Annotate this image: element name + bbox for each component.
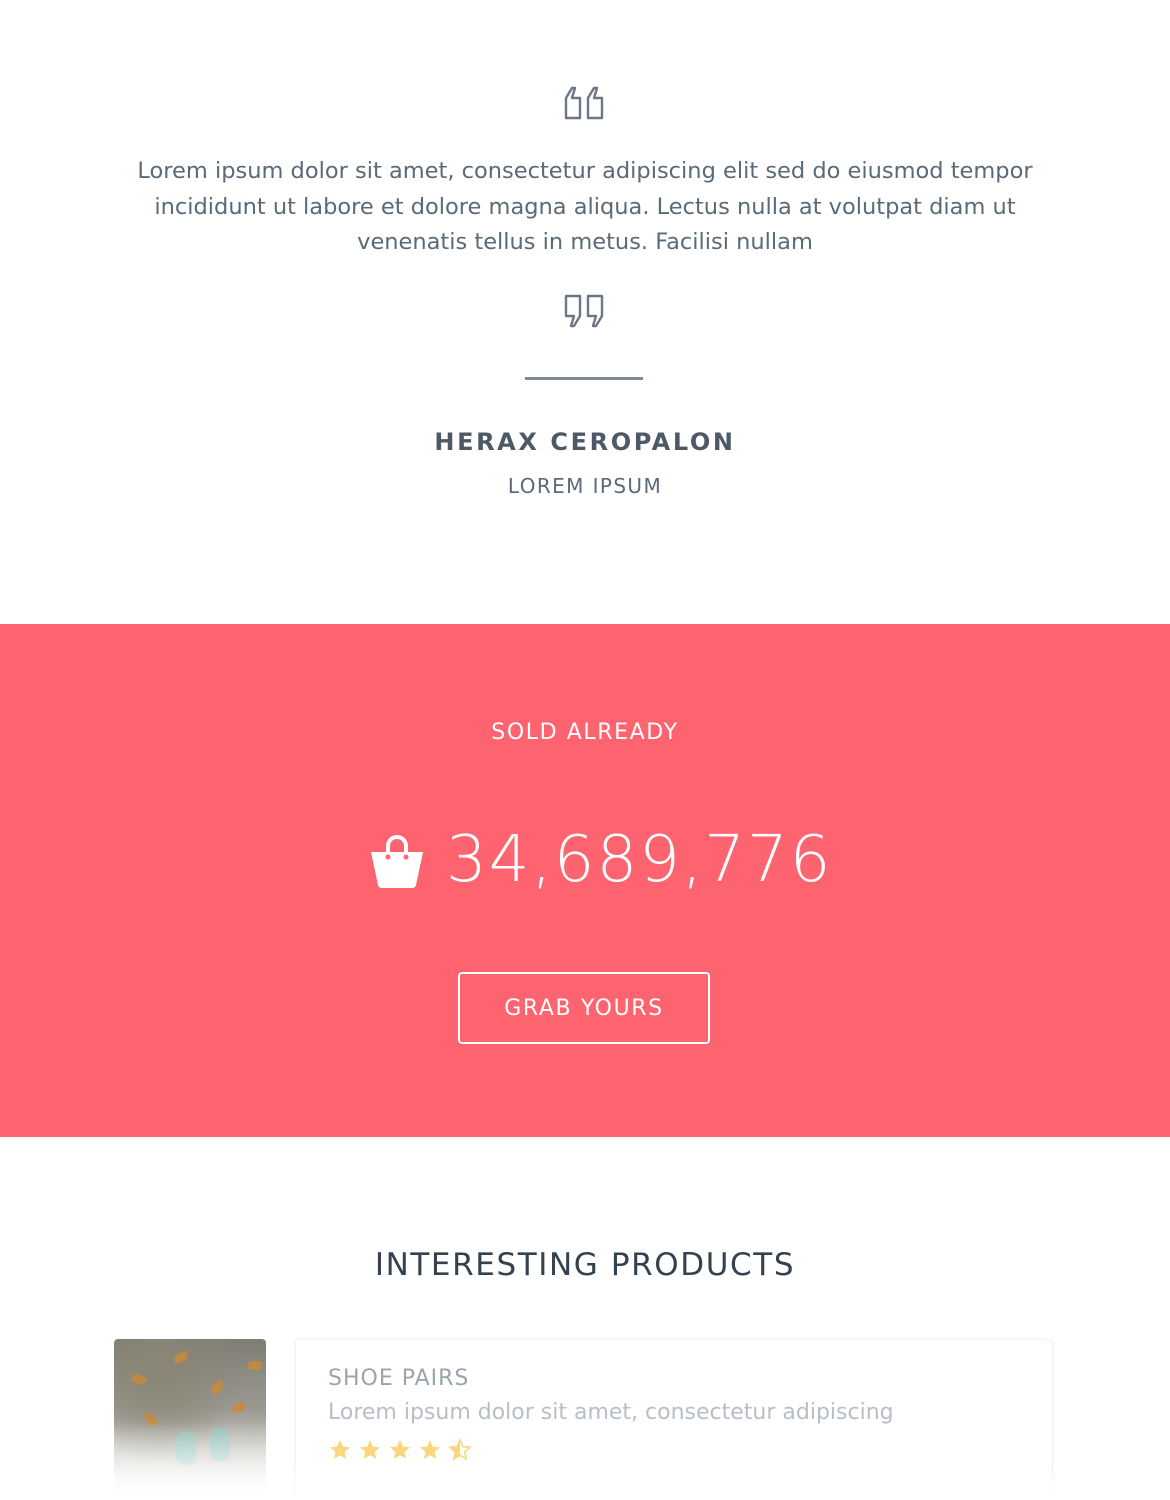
sold-banner: SOLD ALREADY 34,689,776 GRAB YOURS: [0, 624, 1170, 1137]
quote-open-icon: [564, 86, 604, 120]
product-description: Lorem ipsum dolor sit amet, consectetur …: [328, 1400, 894, 1425]
shopping-bag-icon: [371, 835, 423, 889]
sold-count: 34,689,776: [446, 823, 833, 897]
testimonial-divider: [525, 377, 643, 380]
products-title: INTERESTING PRODUCTS: [374, 1247, 796, 1283]
testimonial-section: Lorem ipsum dolor sit amet, consectetur …: [0, 0, 1170, 624]
sold-label: SOLD ALREADY: [491, 720, 679, 745]
testimonial-author-name: HERAX CEROPALON: [434, 428, 736, 456]
products-section: INTERESTING PRODUCTS SHOE PAIRS Lorem ip…: [0, 1137, 1170, 1500]
product-image[interactable]: [114, 1339, 266, 1491]
star-icon: [390, 1440, 410, 1459]
star-half-icon: [448, 1438, 472, 1461]
quote-close-icon: [564, 294, 604, 328]
product-name: SHOE PAIRS: [328, 1366, 470, 1391]
product-card[interactable]: SHOE PAIRS Lorem ipsum dolor sit amet, c…: [294, 1339, 1056, 1500]
star-icon: [420, 1440, 440, 1459]
grab-yours-button[interactable]: GRAB YOURS: [458, 972, 710, 1044]
testimonial-quote: Lorem ipsum dolor sit amet, consectetur …: [137, 158, 1033, 255]
star-icon: [360, 1440, 380, 1459]
testimonial-author-role: LOREM IPSUM: [507, 474, 663, 498]
star-icon: [330, 1440, 350, 1459]
product-rating: [328, 1438, 472, 1462]
